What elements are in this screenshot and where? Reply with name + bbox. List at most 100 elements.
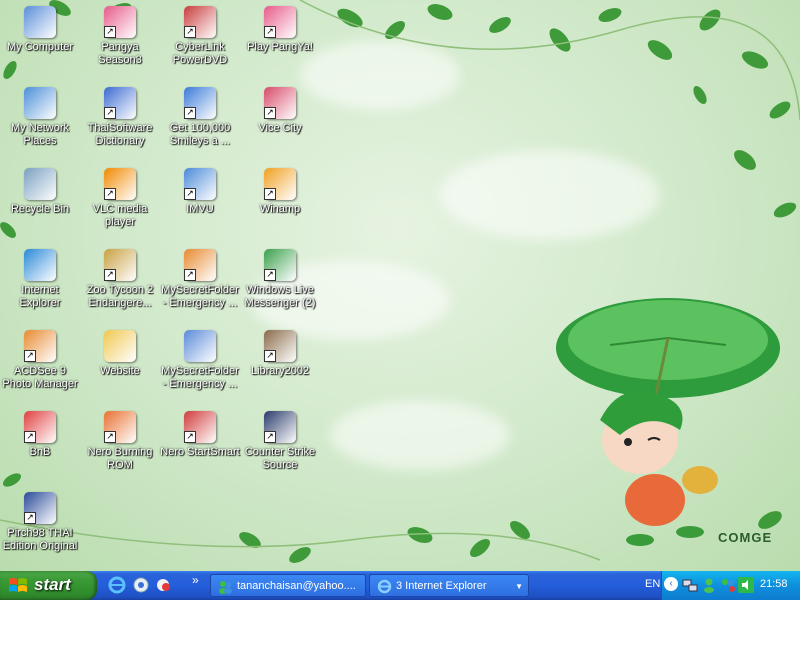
folder-icon	[104, 330, 136, 362]
tray-expand-chevron-icon[interactable]: ‹	[664, 577, 678, 591]
comge-watermark: COMGE	[718, 530, 773, 545]
desktop-icon-mysecretfolder-emergency[interactable]: ↗ MySecretFolder - Emergency ...	[160, 247, 240, 328]
secret-folder-icon: ↗	[184, 249, 216, 281]
desktop-icon-recycle-bin[interactable]: Recycle Bin	[0, 166, 80, 247]
recycle-bin-icon	[24, 168, 56, 200]
shortcut-arrow-icon: ↗	[24, 431, 36, 443]
shortcut-arrow-icon: ↗	[24, 350, 36, 362]
shortcut-arrow-icon: ↗	[104, 188, 116, 200]
nero-startsmart-icon: ↗	[184, 411, 216, 443]
desktop-icon-label: Recycle Bin	[10, 203, 70, 215]
desktop-icon-label: Nero StartSmart	[160, 446, 240, 458]
desktop-icon-pangya-season3[interactable]: ↗ Pangya Season3	[80, 4, 160, 85]
shortcut-arrow-icon: ↗	[264, 350, 276, 362]
desktop-icon-mysecretfolder-emergency[interactable]: MySecretFolder - Emergency ...	[160, 328, 240, 409]
desktop-icon-label: Windows Live Messenger (2)	[244, 284, 316, 309]
desktop-icon-windows-live-messenger-2[interactable]: ↗ Windows Live Messenger (2)	[240, 247, 320, 328]
my-computer-icon	[24, 6, 56, 38]
desktop-icon-winamp[interactable]: ↗ Winamp	[240, 166, 320, 247]
desktop-icon-vice-city[interactable]: ↗ Vice City	[240, 85, 320, 166]
clock[interactable]: 21:58	[760, 578, 788, 590]
desktop-icon-label: Vice City	[258, 122, 302, 134]
shortcut-arrow-icon: ↗	[264, 431, 276, 443]
shortcut-arrow-icon: ↗	[184, 107, 196, 119]
shortcut-arrow-icon: ↗	[104, 431, 116, 443]
desktop-icon-vlc-media-player[interactable]: ↗ VLC media player	[80, 166, 160, 247]
desktop-icon-my-computer[interactable]: My Computer	[0, 4, 80, 85]
desktop-icon-bnb[interactable]: ↗ BnB	[0, 409, 80, 490]
shortcut-arrow-icon: ↗	[104, 269, 116, 281]
volume-icon[interactable]	[738, 577, 754, 593]
quicklaunch-internet-explorer[interactable]	[108, 576, 126, 594]
zoo-tycoon-icon: ↗	[104, 249, 136, 281]
shortcut-arrow-icon: ↗	[184, 188, 196, 200]
desktop-icon-label: Pangya Season3	[98, 41, 142, 66]
desktop-icon-label: Nero Burning ROM	[87, 446, 153, 471]
desktop-icon-label: BnB	[29, 446, 51, 458]
desktop-icon-thaisoftware-dictionary[interactable]: ↗ ThaiSoftware Dictionary	[80, 85, 160, 166]
counter-strike-icon: ↗	[264, 411, 296, 443]
desktop-icon-imvu[interactable]: ↗ IMVU	[160, 166, 240, 247]
desktop-icon-library2002[interactable]: ↗ Library2002	[240, 328, 320, 409]
network-icon[interactable]	[682, 577, 698, 593]
quicklaunch-messenger[interactable]	[155, 576, 173, 594]
start-button[interactable]: start	[0, 571, 97, 600]
desktop-icon-my-network-places[interactable]: My Network Places	[0, 85, 80, 166]
desktop-icon-label: ACDSee 9 Photo Manager	[2, 365, 78, 390]
shortcut-arrow-icon: ↗	[184, 431, 196, 443]
winamp-icon: ↗	[264, 168, 296, 200]
quicklaunch-overflow-chevron[interactable]: »	[192, 573, 199, 587]
desktop-icon-acdsee-9-photo-manager[interactable]: ↗ ACDSee 9 Photo Manager	[0, 328, 80, 409]
nero-burning-icon: ↗	[104, 411, 136, 443]
messenger-icon[interactable]	[720, 577, 736, 593]
desktop-icon-label: Zoo Tycoon 2 Endangere...	[86, 284, 154, 309]
desktop-icon-label: Counter Strike Source	[244, 446, 316, 471]
vice-city-icon: ↗	[264, 87, 296, 119]
internet-explorer-icon	[108, 576, 126, 594]
taskbar-button-internet-explorer[interactable]: 3 Internet Explorer ▼	[369, 574, 529, 597]
library-icon: ↗	[264, 330, 296, 362]
desktop-icon-website[interactable]: Website	[80, 328, 160, 409]
desktop-icon-label: CyberLink PowerDVD	[172, 41, 228, 66]
desktop-icon-zoo-tycoon-2-endangere[interactable]: ↗ Zoo Tycoon 2 Endangere...	[80, 247, 160, 328]
desktop-icon-label: Library2002	[250, 365, 310, 377]
system-tray: EN ‹ 21:58	[645, 571, 800, 600]
pirch-icon: ↗	[24, 492, 56, 524]
taskbar-button-label: 3 Internet Explorer	[396, 580, 487, 592]
internet-explorer-icon	[377, 579, 392, 594]
desktop-icon-nero-burning-rom[interactable]: ↗ Nero Burning ROM	[80, 409, 160, 490]
desktop-icon-counter-strike-source[interactable]: ↗ Counter Strike Source	[240, 409, 320, 490]
dictionary-icon: ↗	[104, 87, 136, 119]
windows-logo-icon	[9, 578, 27, 592]
internet-explorer-icon	[24, 249, 56, 281]
desktop-icon-label: My Computer	[6, 41, 74, 53]
desktop-icon-nero-startsmart[interactable]: ↗ Nero StartSmart	[160, 409, 240, 490]
desktop-icon-pirch98-thai-edition-original[interactable]: ↗ Pirch98 THAI Edition Original	[0, 490, 80, 571]
shortcut-arrow-icon: ↗	[104, 26, 116, 38]
desktop-icon-label: ThaiSoftware Dictionary	[87, 122, 153, 147]
desktop-icon-get-100-000-smileys-a[interactable]: ↗ Get 100,000 Smileys a ...	[160, 85, 240, 166]
shortcut-arrow-icon: ↗	[264, 269, 276, 281]
shortcut-arrow-icon: ↗	[184, 26, 196, 38]
shortcut-arrow-icon: ↗	[264, 26, 276, 38]
desktop-icon-label: VLC media player	[92, 203, 148, 228]
taskbar-button-messenger[interactable]: tananchaisan@yahoo....	[210, 574, 366, 597]
desktop-icon-label: Get 100,000 Smileys a ...	[169, 122, 231, 147]
desktop-icon-internet-explorer[interactable]: Internet Explorer	[0, 247, 80, 328]
start-label: start	[34, 575, 71, 594]
desktop-icon-label: MySecretFolder - Emergency ...	[161, 284, 239, 309]
desktop-icon-label: Pirch98 THAI Edition Original	[2, 527, 78, 552]
document-icon	[184, 330, 216, 362]
desktop-icon-play-pangya[interactable]: ↗ Play PangYa!	[240, 4, 320, 85]
language-indicator[interactable]: EN	[645, 578, 660, 590]
pangya-icon: ↗	[264, 6, 296, 38]
desktop-icon-cyberlink-powerdvd[interactable]: ↗ CyberLink PowerDVD	[160, 4, 240, 85]
desktop-icon-label: MySecretFolder - Emergency ...	[161, 365, 239, 390]
quicklaunch-media[interactable]	[132, 576, 150, 594]
desktop-icon-label: Internet Explorer	[19, 284, 61, 309]
network-places-icon	[24, 87, 56, 119]
user-status-icon[interactable]	[702, 577, 716, 593]
acdsee-icon: ↗	[24, 330, 56, 362]
desktop[interactable]: COMGE My Computer ↗ Pangya Season3 ↗ CyberLi…	[0, 0, 800, 571]
imvu-icon: ↗	[184, 168, 216, 200]
